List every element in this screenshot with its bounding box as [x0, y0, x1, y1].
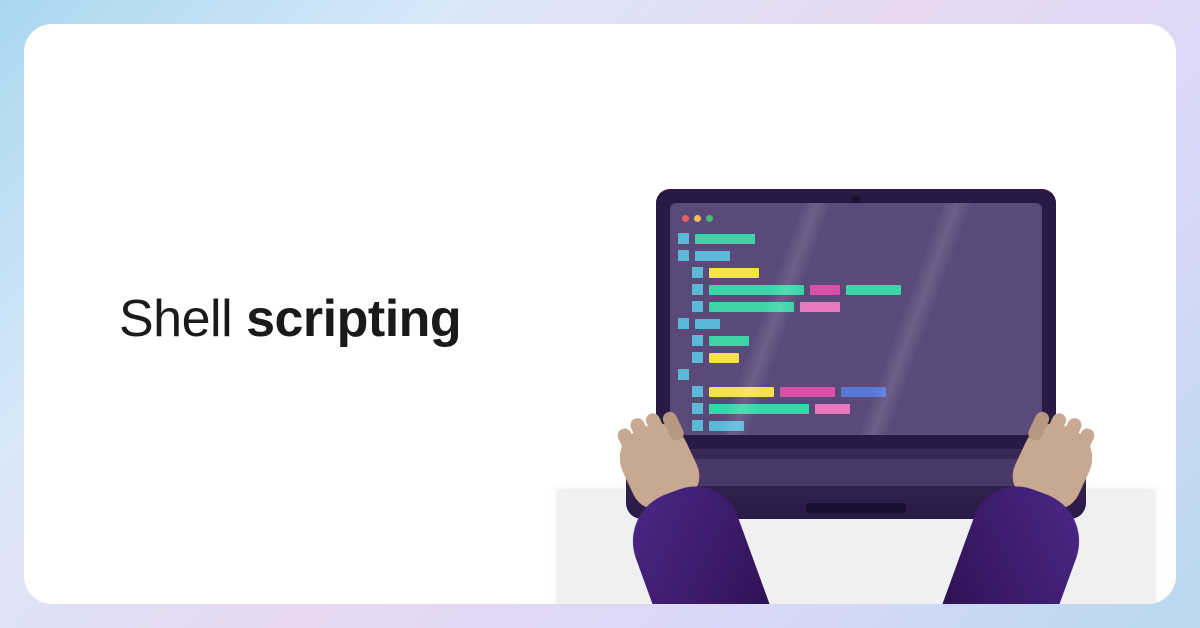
line-marker-icon	[678, 233, 689, 244]
close-icon	[682, 215, 689, 222]
code-line	[678, 318, 1034, 329]
line-marker-icon	[678, 318, 689, 329]
webcam-icon	[852, 195, 860, 203]
line-marker-icon	[692, 352, 703, 363]
code-token	[810, 285, 840, 295]
code-token	[695, 234, 755, 244]
title-word-2: scripting	[246, 290, 461, 348]
code-token	[846, 285, 901, 295]
hero-card: Shell scripting	[24, 24, 1176, 604]
code-line	[678, 250, 1034, 261]
code-line	[678, 369, 1034, 380]
code-line	[678, 301, 1034, 312]
line-marker-icon	[692, 284, 703, 295]
code-line	[678, 233, 1034, 244]
code-token	[709, 404, 809, 414]
line-marker-icon	[678, 369, 689, 380]
code-token	[709, 268, 759, 278]
code-line	[678, 267, 1034, 278]
line-marker-icon	[692, 403, 703, 414]
code-token	[695, 251, 730, 261]
code-token	[780, 387, 835, 397]
line-marker-icon	[692, 386, 703, 397]
keyboard	[680, 459, 1032, 486]
maximize-icon	[706, 215, 713, 222]
window-titlebar	[678, 211, 1034, 225]
code-token	[709, 353, 739, 363]
laptop-screen-bezel	[656, 189, 1056, 449]
line-marker-icon	[692, 301, 703, 312]
code-line	[678, 284, 1034, 295]
laptop-illustration	[596, 179, 1116, 604]
code-line	[678, 335, 1034, 346]
code-token	[815, 404, 850, 414]
title-word-1: Shell	[119, 290, 232, 348]
code-editor-window	[670, 203, 1042, 435]
line-marker-icon	[692, 335, 703, 346]
hero-title: Shell scripting	[119, 289, 461, 349]
minimize-icon	[694, 215, 701, 222]
code-token	[800, 302, 840, 312]
code-token	[695, 319, 720, 329]
code-line	[678, 352, 1034, 363]
line-marker-icon	[678, 250, 689, 261]
line-marker-icon	[692, 267, 703, 278]
line-marker-icon	[692, 420, 703, 431]
code-token	[709, 336, 749, 346]
trackpad	[806, 503, 906, 513]
gradient-frame: Shell scripting	[0, 0, 1200, 628]
